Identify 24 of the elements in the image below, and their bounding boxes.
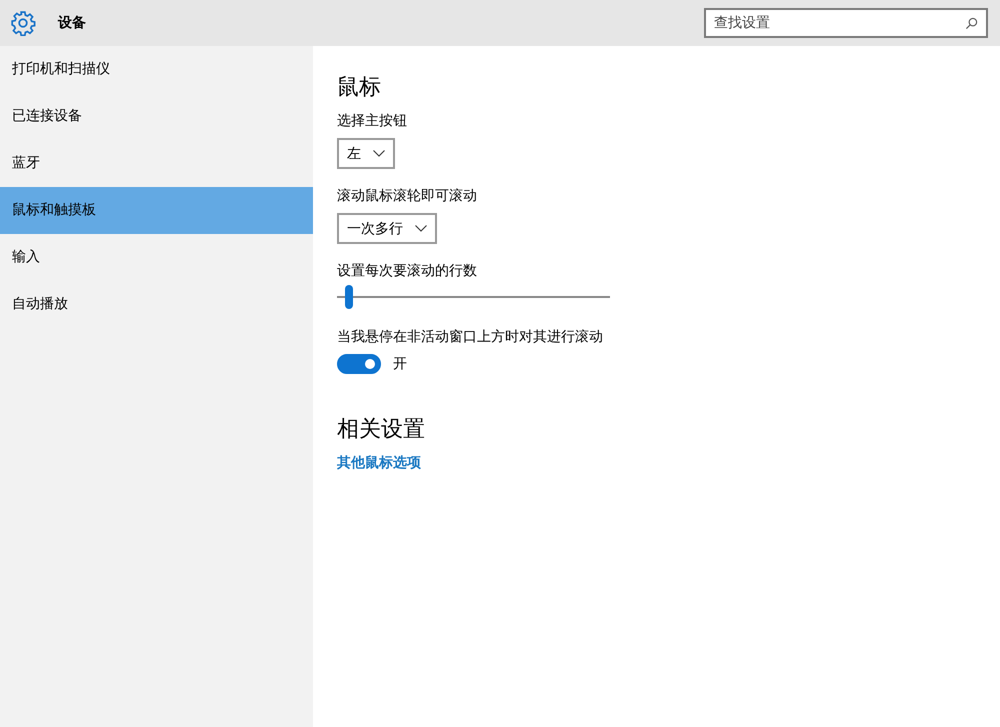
chevron-icon bbox=[415, 225, 427, 232]
section-title: 鼠标 bbox=[337, 74, 381, 102]
toggle-switch[interactable] bbox=[337, 354, 381, 374]
slider-thumb[interactable] bbox=[345, 285, 354, 309]
chevron-icon bbox=[373, 150, 385, 157]
dropdown[interactable]: 左 bbox=[337, 138, 395, 169]
sidebar-item[interactable]: 蓝牙 bbox=[0, 140, 313, 187]
setting-label: 设置每次要滚动的行数 bbox=[337, 262, 478, 280]
search-icon bbox=[965, 17, 978, 30]
sidebar-item[interactable]: 自动播放 bbox=[0, 281, 313, 328]
sidebar-item[interactable]: 已连接设备 bbox=[0, 93, 313, 140]
window-title: 设备 bbox=[58, 14, 86, 32]
link[interactable]: 其他鼠标选项 bbox=[337, 454, 421, 472]
setting-label: 当我悬停在非活动窗口上方时对其进行滚动 bbox=[337, 328, 603, 346]
dropdown[interactable]: 一次多行 bbox=[337, 213, 437, 244]
section-title: 相关设置 bbox=[337, 416, 425, 444]
sidebar-item[interactable]: 输入 bbox=[0, 234, 313, 281]
setting-label: 选择主按钮 bbox=[337, 112, 407, 130]
settings-icon bbox=[10, 10, 36, 36]
sidebar-item[interactable]: 鼠标和触摸板 bbox=[0, 187, 313, 234]
toggle-state: 开 bbox=[393, 355, 407, 373]
setting-label: 滚动鼠标滚轮即可滚动 bbox=[337, 187, 477, 205]
search-field[interactable]: 查找设置 bbox=[704, 8, 988, 38]
sidebar-item[interactable]: 打印机和扫描仪 bbox=[0, 46, 313, 93]
